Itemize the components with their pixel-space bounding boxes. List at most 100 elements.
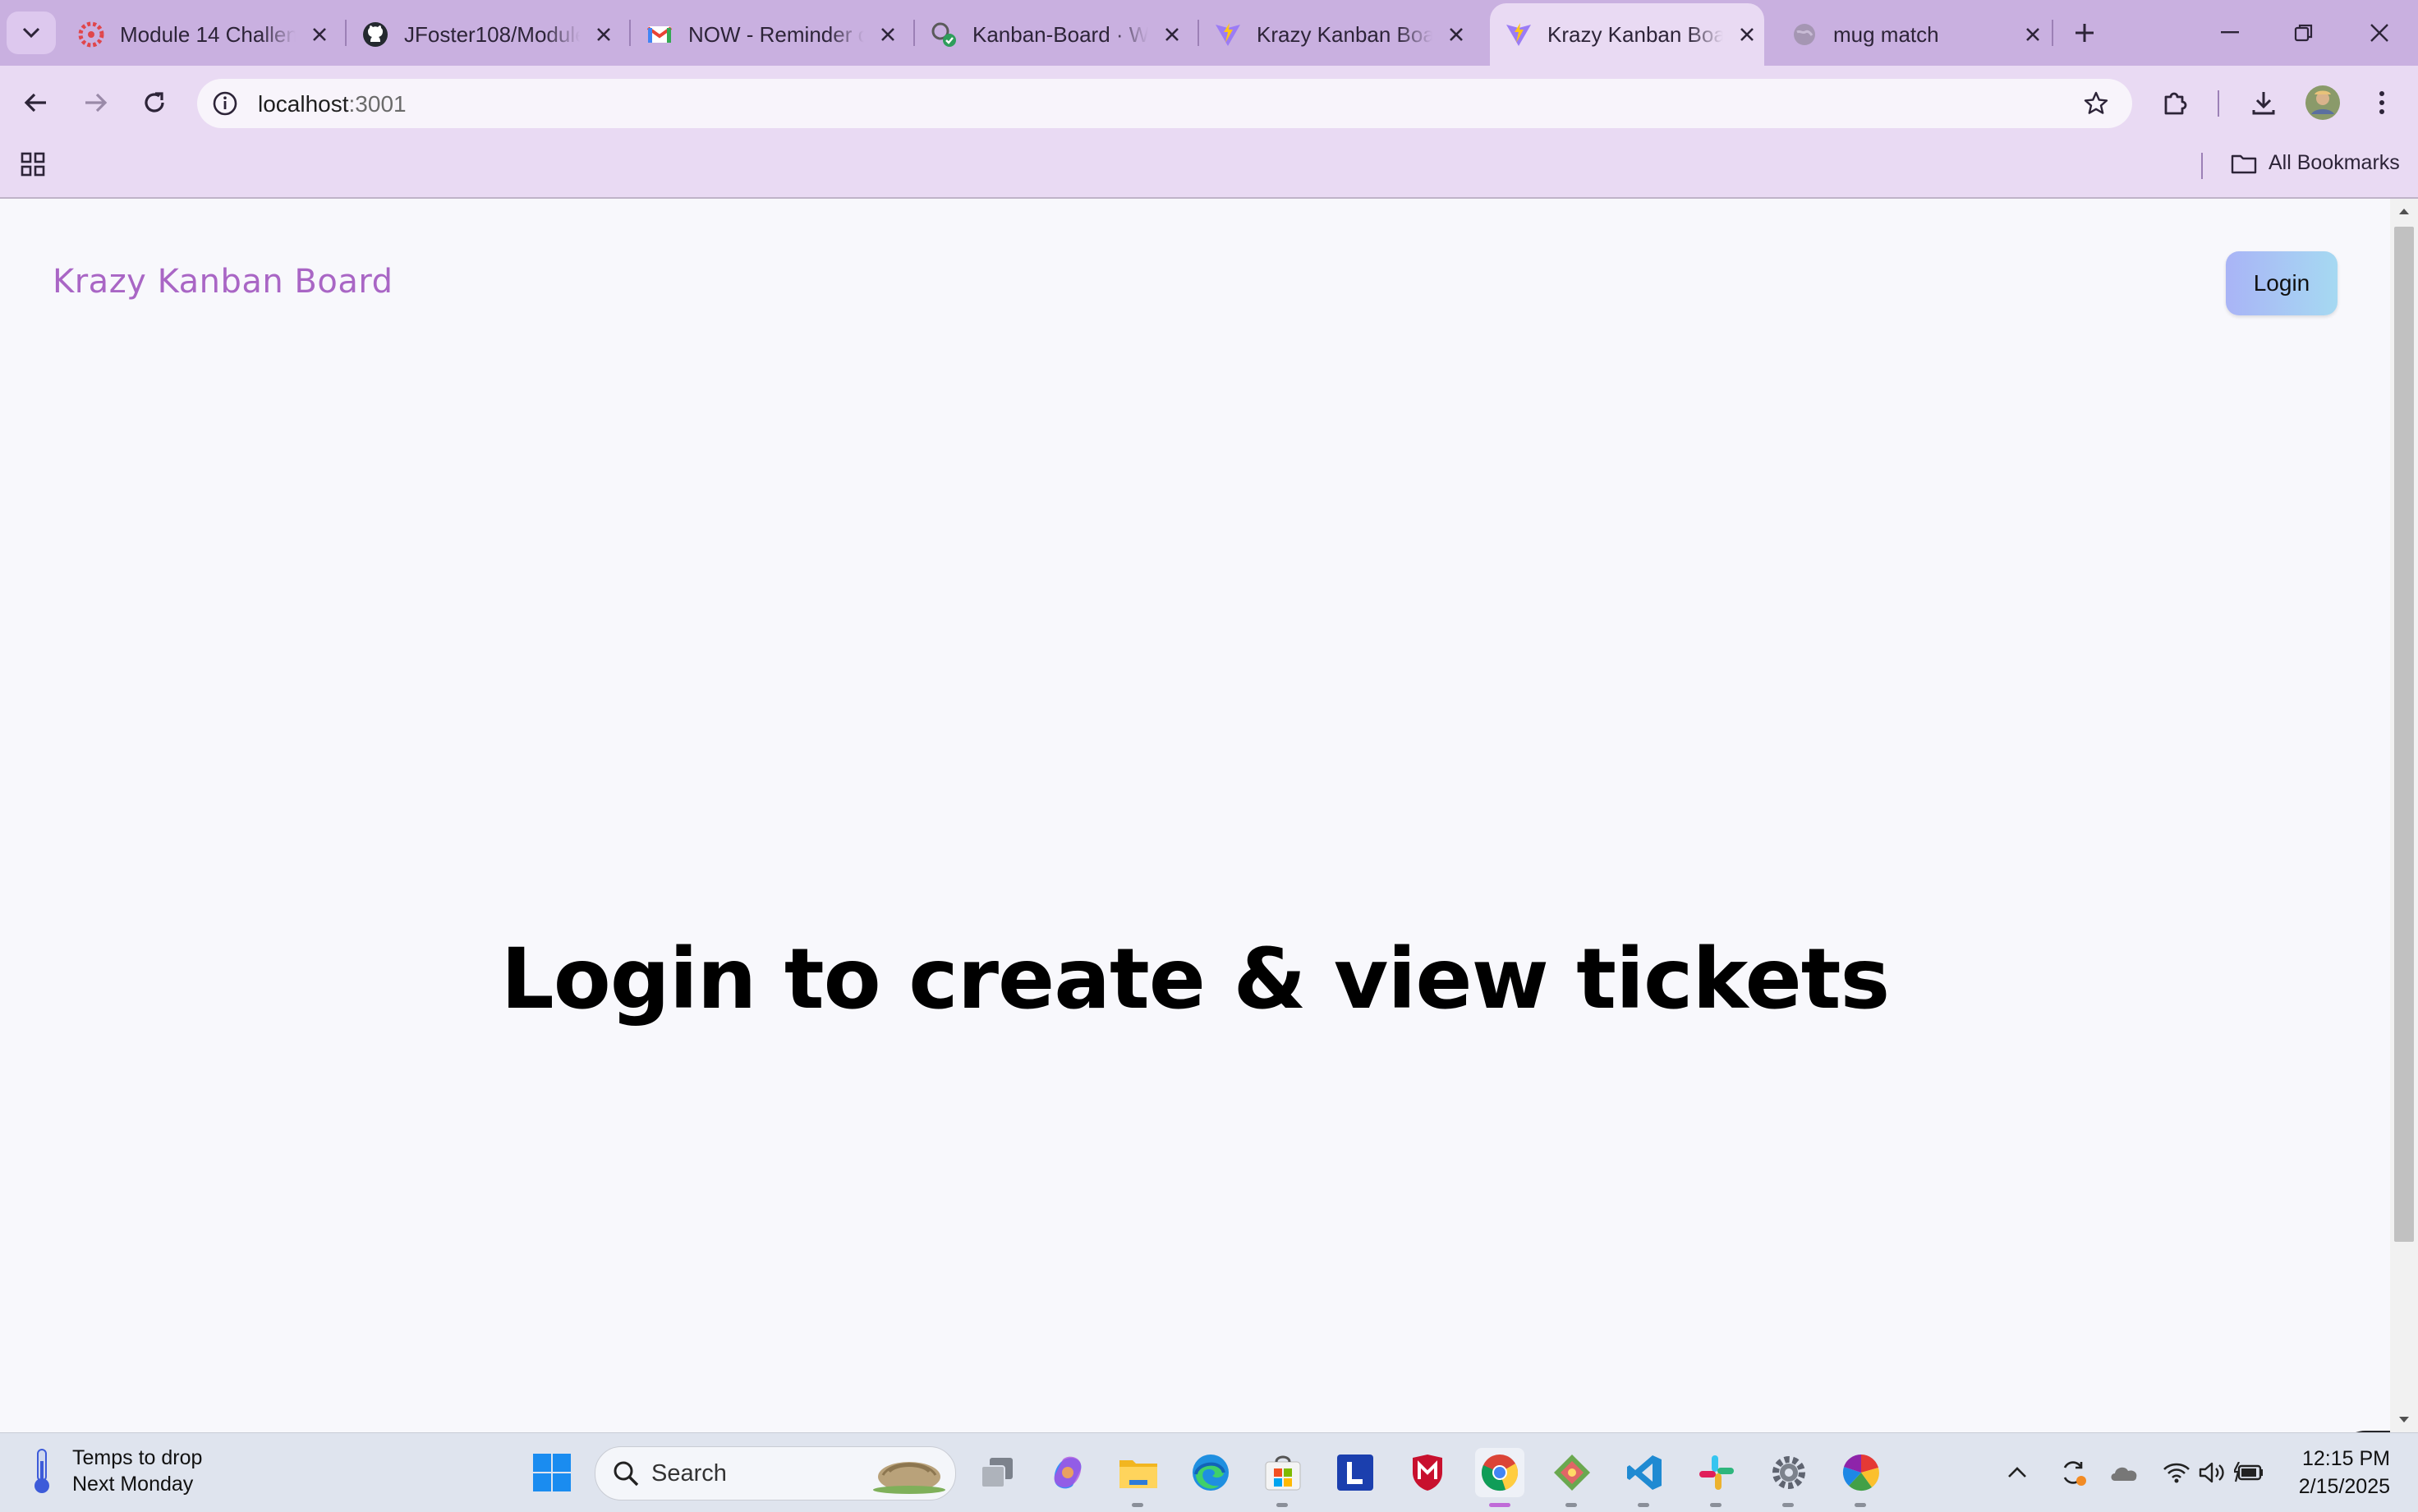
armadillo-illustration-icon [873, 1462, 945, 1494]
chevron-down-icon [22, 27, 40, 39]
show-hidden-icons-button[interactable] [1999, 1448, 2035, 1497]
tab-github-repo[interactable]: JFoster108/Module-14 [337, 3, 616, 66]
vite-icon [1214, 21, 1242, 48]
running-indicator [1710, 1503, 1722, 1507]
vite-icon [1505, 21, 1533, 48]
settings-app[interactable] [1764, 1448, 1814, 1507]
microsoft-store-app[interactable] [1258, 1448, 1308, 1507]
running-indicator [1638, 1503, 1649, 1507]
close-tab-icon[interactable] [2020, 22, 2045, 47]
close-tab-icon[interactable] [1160, 22, 1184, 47]
file-explorer-app[interactable] [1114, 1448, 1163, 1507]
diamond-tool-icon [1554, 1455, 1590, 1491]
cloud-icon [2111, 1467, 2137, 1481]
avatar-icon [2305, 85, 2340, 120]
edge-app[interactable] [1186, 1448, 1235, 1497]
tab-gmail[interactable]: NOW - Reminder of [621, 3, 900, 66]
shield-icon [1413, 1455, 1442, 1491]
close-window-button[interactable] [2342, 0, 2416, 66]
bookmarks-bar: All Bookmarks [0, 140, 2418, 199]
tab-title: Krazy Kanban Board [1257, 21, 1432, 47]
arrow-right-icon [85, 93, 108, 113]
taskbar-search[interactable]: Search [595, 1446, 956, 1501]
close-tab-icon[interactable] [1735, 22, 1759, 47]
tab-title: Kanban-Board · Web [972, 21, 1148, 47]
battery-tray-button[interactable] [2231, 1448, 2267, 1497]
scroll-down-arrow-icon[interactable] [2390, 1408, 2418, 1432]
search-label: Search [651, 1459, 727, 1487]
kebab-menu-icon [2379, 91, 2384, 114]
minimize-button[interactable] [2193, 0, 2267, 66]
address-bar[interactable]: localhost:3001 [197, 79, 2132, 128]
l-app[interactable] [1331, 1448, 1380, 1497]
reload-button[interactable] [131, 80, 177, 126]
downloads-button[interactable] [2241, 80, 2287, 126]
tab-krazy-kanban-1[interactable]: Krazy Kanban Board [1189, 3, 1469, 66]
close-tab-icon[interactable] [876, 22, 900, 47]
chrome-icon [1482, 1455, 1519, 1491]
tab-title: Krazy Kanban Board [1547, 21, 1723, 47]
onedrive-tray-button[interactable] [2106, 1448, 2142, 1497]
apps-grid-icon[interactable] [16, 148, 49, 181]
copilot-app[interactable] [1043, 1448, 1092, 1497]
mcafee-app[interactable] [1403, 1448, 1452, 1497]
forward-button[interactable] [72, 80, 118, 126]
weather-line-1: Temps to drop [72, 1446, 203, 1469]
close-tab-icon[interactable] [307, 22, 332, 47]
tab-krazy-kanban-active[interactable]: Krazy Kanban Board [1490, 3, 1764, 66]
start-button[interactable] [527, 1448, 577, 1497]
tab-title: Module 14 Challenge [120, 21, 296, 47]
extensions-button[interactable] [2152, 80, 2198, 126]
all-bookmarks-button[interactable]: All Bookmarks [2231, 151, 2400, 175]
render-icon [930, 21, 958, 48]
tab-search-button[interactable] [7, 11, 56, 54]
puzzle-icon [2164, 92, 2187, 115]
tab-module-14-challenge[interactable]: Module 14 Challenge [53, 3, 332, 66]
color-wheel-icon [1842, 1454, 1879, 1491]
new-tab-button[interactable] [2065, 15, 2104, 51]
page-viewport: Krazy Kanban Board Login Login to create… [0, 199, 2390, 1432]
tab-title: mug match [1833, 21, 1939, 47]
wifi-icon [2163, 1463, 2190, 1483]
close-tab-icon[interactable] [591, 22, 616, 47]
site-info-icon[interactable] [207, 85, 243, 122]
windows-taskbar: Temps to drop Next Monday Search 12:15 P… [0, 1432, 2418, 1512]
letter-l-icon [1337, 1455, 1373, 1491]
browser-menu-button[interactable] [2359, 80, 2405, 126]
tab-title: JFoster108/Module-14 [404, 21, 580, 47]
reload-icon [145, 92, 164, 113]
bookmark-star-icon[interactable] [2078, 85, 2114, 122]
vscode-app[interactable] [1620, 1448, 1669, 1507]
battery-charging-icon [2234, 1462, 2263, 1482]
dev-tool-app[interactable] [1547, 1448, 1597, 1507]
network-tray-button[interactable] [2158, 1448, 2195, 1497]
taskbar-clock[interactable]: 12:15 PM 2/15/2025 [2275, 1445, 2390, 1501]
slack-app[interactable] [1692, 1448, 1741, 1507]
scroll-up-arrow-icon[interactable] [2390, 199, 2418, 223]
restore-button[interactable] [2267, 0, 2341, 66]
page-scrollbar[interactable] [2390, 199, 2418, 1432]
chrome-app[interactable] [1475, 1448, 1524, 1507]
weather-widget[interactable]: Temps to drop Next Monday [28, 1445, 202, 1497]
task-view-icon [981, 1458, 1013, 1488]
hero-heading: Login to create & view tickets [500, 931, 1891, 1028]
tab-kanban-board-web[interactable]: Kanban-Board · Web [905, 3, 1184, 66]
edge-icon [1193, 1455, 1229, 1491]
clock-time: 12:15 PM [2301, 1447, 2390, 1470]
profile-avatar[interactable] [2300, 80, 2346, 126]
color-app[interactable] [1836, 1448, 1886, 1507]
url-text[interactable]: localhost:3001 [258, 91, 407, 117]
github-icon [361, 21, 389, 48]
sync-tray-button[interactable] [2055, 1448, 2091, 1497]
speaker-icon [2199, 1462, 2224, 1483]
scrollbar-thumb[interactable] [2394, 227, 2414, 1242]
tab-mug-match[interactable]: mug match [1766, 3, 2045, 66]
login-button[interactable]: Login [2226, 251, 2338, 315]
back-button[interactable] [13, 80, 59, 126]
task-view-button[interactable] [972, 1448, 1022, 1497]
volume-tray-button[interactable] [2195, 1448, 2231, 1497]
site-brand[interactable]: Krazy Kanban Board [53, 263, 393, 301]
url-host: localhost [258, 91, 349, 117]
close-tab-icon[interactable] [1444, 22, 1469, 47]
search-icon [614, 1461, 639, 1487]
